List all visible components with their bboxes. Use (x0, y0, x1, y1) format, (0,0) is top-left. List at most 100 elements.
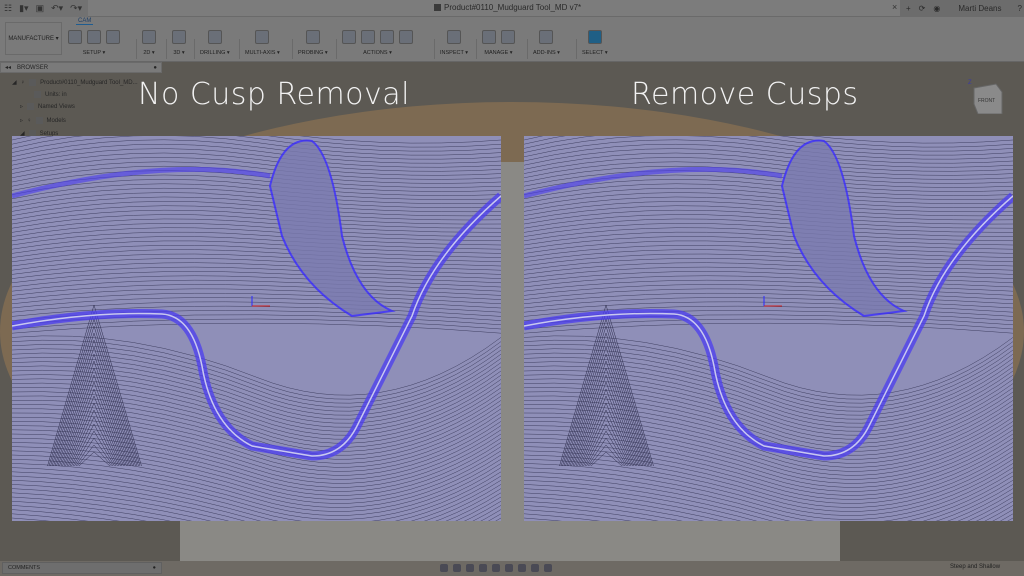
grid-menu-icon[interactable]: ☷ (4, 3, 12, 14)
new-tab-icon[interactable]: + (906, 4, 911, 13)
3d-viewport[interactable]: ◂◂ BROWSER ● ◢ ♀ Product#0110_Mudguard Tool_… (0, 62, 1024, 561)
viewcube-face-label: FRONT (978, 98, 995, 104)
grid-settings-icon[interactable] (518, 564, 526, 572)
left-caption: No Cusp Removal (138, 77, 411, 112)
pin-icon[interactable]: ● (153, 65, 157, 71)
toolbar-group-probing[interactable]: PROBING ▾ (298, 27, 328, 60)
toolbar-group-actions[interactable]: ACTIONS ▾ (342, 27, 413, 60)
redo-icon[interactable]: ↷▾ (70, 3, 82, 14)
view-cube[interactable]: Z FRONT (966, 74, 1006, 115)
right-caption: Remove Cusps (631, 77, 859, 112)
tool-icon[interactable] (87, 30, 101, 44)
browser-item-label: Named Views (38, 103, 75, 110)
status-text: Steep and Shallow (950, 564, 1001, 570)
tool-icon[interactable] (255, 30, 270, 44)
browser-item-named-views[interactable]: ▹ Named Views (20, 103, 75, 110)
tool-icon[interactable] (482, 30, 496, 44)
toolbar-group-multi-axis[interactable]: MULTI-AXIS ▾ (245, 27, 280, 60)
workspace-switcher[interactable]: MANUFACTURE ▾ (5, 22, 62, 55)
environment-icon[interactable] (544, 564, 552, 572)
tool-icon[interactable] (342, 30, 356, 44)
toolbar-group-manage[interactable]: MANAGE ▾ (482, 27, 515, 60)
pan-icon[interactable] (466, 564, 474, 572)
group-label[interactable]: SETUP ▾ (83, 50, 106, 56)
browser-header[interactable]: ◂◂ BROWSER ● (0, 62, 162, 73)
document-tab[interactable]: Product#0110_Mudguard Tool_MD v7* (434, 3, 581, 12)
toolbar-group-2d[interactable]: 2D ▾ (142, 27, 156, 60)
browser-item-units[interactable]: Units: in (34, 91, 67, 98)
group-label[interactable]: 3D ▾ (173, 50, 184, 56)
panel-background (524, 136, 1013, 521)
help-icon[interactable]: ? (1017, 4, 1021, 13)
orbit-icon[interactable] (440, 564, 448, 572)
toolbar-group-add-ins[interactable]: ADD-INS ▾ (533, 27, 560, 60)
tool-icon[interactable] (361, 30, 375, 44)
tab-cam[interactable]: CAM (76, 18, 94, 25)
close-tab-button[interactable]: × (892, 2, 897, 12)
tool-icon[interactable] (587, 30, 602, 44)
look-at-icon[interactable] (453, 564, 461, 572)
group-label[interactable]: MULTI-AXIS ▾ (245, 50, 280, 56)
visibility-icon[interactable]: ♀ (27, 118, 32, 124)
group-label[interactable]: PROBING ▾ (298, 50, 328, 56)
toolbar-group-3d[interactable]: 3D ▾ (172, 27, 186, 60)
toolbar-group-inspect[interactable]: INSPECT ▾ (440, 27, 468, 60)
axis-z-label: Z (968, 80, 972, 86)
user-name[interactable]: Marti Deans (958, 4, 1001, 13)
tool-icon[interactable] (380, 30, 394, 44)
job-status-icon[interactable]: ⟳ (919, 4, 926, 13)
toolbar-group-drilling[interactable]: DRILLING ▾ (200, 27, 230, 60)
comments-panel[interactable]: COMMENTS ● (2, 562, 162, 574)
notifications-icon[interactable]: ◉ (933, 4, 940, 13)
tool-icon[interactable] (142, 30, 156, 44)
browser-item-root[interactable]: ◢ ♀ Product#0110_Mudguard Tool_MD... (12, 79, 138, 86)
group-label[interactable]: SELECT ▾ (582, 50, 608, 56)
divider (194, 39, 195, 59)
save-icon[interactable]: ▣ (36, 3, 45, 14)
comments-label: COMMENTS (8, 565, 41, 571)
tool-icon[interactable] (305, 30, 320, 44)
zoom-icon[interactable] (479, 564, 487, 572)
tool-icon[interactable] (539, 30, 554, 44)
group-label[interactable]: DRILLING ▾ (200, 50, 230, 56)
tool-icon[interactable] (106, 30, 120, 44)
browser-item-label: Units: in (45, 91, 67, 98)
toolbar-group-setup[interactable]: SETUP ▾ (68, 27, 120, 60)
visibility-icon[interactable]: ♀ (21, 80, 26, 86)
group-label[interactable]: ACTIONS ▾ (363, 50, 392, 56)
tool-icon[interactable] (172, 30, 186, 44)
group-icons (447, 27, 462, 47)
group-icons (539, 27, 554, 47)
title-bar: ☷ ▮▾ ▣ ↶▾ ↷▾ Product#0110_Mudguard Tool_… (0, 0, 1024, 17)
tool-icon[interactable] (447, 30, 462, 44)
collapse-icon[interactable]: ◂◂ (5, 64, 11, 71)
divider (239, 39, 240, 59)
tool-icon[interactable] (399, 30, 413, 44)
group-icons (587, 27, 602, 47)
file-icon[interactable]: ▮▾ (19, 3, 28, 14)
ribbon-toolbar: MANUFACTURE ▾ CAM SETUP ▾ 2D ▾ 3D ▾ DRILLIN… (0, 17, 1024, 62)
display-settings-icon[interactable] (505, 564, 513, 572)
group-label[interactable]: MANAGE ▾ (484, 50, 512, 56)
divider (576, 39, 577, 59)
tool-icon[interactable] (207, 30, 222, 44)
divider (136, 39, 137, 59)
divider (527, 39, 528, 59)
toolbar-group-select[interactable]: SELECT ▾ (582, 27, 608, 60)
add-comment-icon[interactable]: ● (153, 565, 156, 571)
browser-item-models[interactable]: ▹ ♀ Models (20, 117, 66, 124)
tool-icon[interactable] (501, 30, 515, 44)
group-label[interactable]: 2D ▾ (143, 50, 154, 56)
fit-icon[interactable] (492, 564, 500, 572)
viewports-icon[interactable] (531, 564, 539, 572)
bottom-bar: COMMENTS ● Steep and Shallow (0, 561, 1024, 576)
group-label[interactable]: ADD-INS ▾ (533, 50, 560, 56)
group-icons (172, 27, 186, 47)
toolpath-panel-no-cusp-removal (12, 136, 501, 521)
group-icons (255, 27, 270, 47)
tool-icon[interactable] (68, 30, 82, 44)
undo-icon[interactable]: ↶▾ (51, 3, 63, 14)
group-icons (342, 27, 413, 47)
group-label[interactable]: INSPECT ▾ (440, 50, 468, 56)
divider (292, 39, 293, 59)
